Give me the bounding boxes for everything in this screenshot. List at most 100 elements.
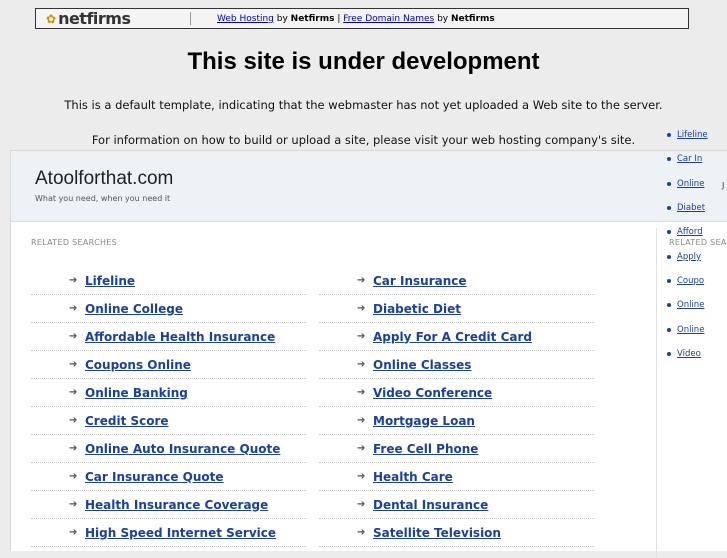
- arrow-right-icon: ➔: [357, 471, 366, 482]
- list-item: ➔ Satellite Television: [319, 519, 595, 547]
- topbar-brand: Netfirms: [450, 13, 495, 24]
- site-header: Atoolforthat.com What you need, when you…: [11, 151, 727, 222]
- topbar-brand: Netfirms: [290, 13, 335, 24]
- related-link[interactable]: Car Insurance: [373, 274, 467, 288]
- arrow-right-icon: ➔: [357, 387, 366, 398]
- column-divider: [656, 228, 657, 558]
- side-related-link[interactable]: Car In: [677, 154, 702, 164]
- side-list-item: Afford: [667, 220, 727, 244]
- list-item: ➔ Car Insurance: [319, 267, 595, 295]
- topbar-by-text: by: [434, 13, 451, 24]
- related-link[interactable]: Affordable Health Insurance: [85, 330, 275, 344]
- arrow-right-icon: ➔: [69, 499, 78, 510]
- arrow-right-icon: ➔: [69, 415, 78, 426]
- list-item: ➔ Online Banking: [31, 379, 307, 407]
- list-item: ➔ Mortgage Loan: [319, 407, 595, 435]
- related-link[interactable]: Free Cell Phone: [373, 442, 478, 456]
- netfirms-logo-text: netfirms: [58, 9, 131, 28]
- arrow-right-icon: ➔: [69, 359, 78, 370]
- netfirms-logo[interactable]: ✿ netfirms: [36, 9, 176, 28]
- list-item: ➔ Apply For A Credit Card: [319, 323, 595, 351]
- related-link[interactable]: Credit Score: [85, 414, 169, 428]
- related-link[interactable]: Diabetic Diet: [373, 302, 461, 316]
- side-list-item: Online: [667, 317, 727, 341]
- arrow-right-icon: ➔: [357, 275, 366, 286]
- bullet-icon: [667, 133, 671, 138]
- related-link[interactable]: Online Auto Insurance Quote: [85, 442, 280, 456]
- related-link[interactable]: Apply For A Credit Card: [373, 330, 532, 344]
- bullet-icon: [667, 303, 671, 308]
- list-item: ➔ Credit Score: [31, 407, 307, 435]
- web-hosting-link[interactable]: Web Hosting: [217, 14, 274, 24]
- list-item: ➔ High Speed Internet Service: [31, 519, 307, 547]
- side-list-item: Apply: [667, 244, 727, 268]
- related-link[interactable]: High Speed Internet Service: [85, 526, 276, 540]
- list-item: ➔ Affordable Health Insurance: [31, 323, 307, 351]
- related-link[interactable]: Video Conference: [373, 386, 492, 400]
- bullet-icon: [667, 181, 671, 186]
- topbar-pipe: |: [334, 13, 344, 24]
- related-link[interactable]: Coupons Online: [85, 358, 191, 372]
- bullet-icon: [667, 230, 671, 235]
- side-list-item: Video: [667, 342, 727, 366]
- bullet-icon: [667, 327, 671, 332]
- netfirms-bar: ✿ netfirms Web Hosting by Netfirms | Fre…: [35, 8, 689, 29]
- side-related-link[interactable]: Online: [677, 179, 704, 189]
- arrow-right-icon: ➔: [357, 499, 366, 510]
- side-related-link[interactable]: Lifeline: [677, 130, 708, 140]
- related-link[interactable]: Online College: [85, 302, 183, 316]
- related-link[interactable]: Satellite Television: [373, 526, 501, 540]
- side-related-link[interactable]: Afford: [677, 227, 703, 237]
- related-link[interactable]: Health Insurance Coverage: [85, 498, 268, 512]
- list-item: ➔ Online Classes: [319, 351, 595, 379]
- list-item: ➔ Dental Insurance: [319, 491, 595, 519]
- side-related-link[interactable]: Online: [677, 300, 704, 310]
- topbar-links: Web Hosting by Netfirms | Free Domain Na…: [217, 14, 495, 24]
- site-name[interactable]: Atoolforthat.com: [35, 168, 173, 190]
- list-item: ➔ Free Cell Phone: [319, 435, 595, 463]
- related-column-1: ➔ Lifeline ➔ Online College ➔ Affordable He…: [31, 267, 307, 547]
- side-list-item: Coupo: [667, 269, 727, 293]
- arrow-right-icon: ➔: [69, 387, 78, 398]
- arrow-right-icon: ➔: [357, 359, 366, 370]
- list-item: ➔ Online College: [31, 295, 307, 323]
- side-related-link[interactable]: Apply: [677, 252, 701, 262]
- list-item: ➔ Car Insurance Quote: [31, 463, 307, 491]
- side-related-link[interactable]: Online: [677, 325, 704, 335]
- list-item: ➔ Health Insurance Coverage: [31, 491, 307, 519]
- side-related-list: Lifeline Car In Online Diabet Afford App…: [667, 123, 727, 366]
- bullet-icon: [667, 278, 671, 283]
- notice-line-2: For information on how to build or uploa…: [91, 133, 636, 147]
- related-column-2: ➔ Car Insurance ➔ Diabetic Diet ➔ Apply For…: [319, 267, 595, 547]
- side-related-link[interactable]: Coupo: [677, 276, 704, 286]
- notice-line-1: This is a default template, indicating t…: [64, 98, 663, 112]
- arrow-right-icon: ➔: [357, 443, 366, 454]
- site-tagline: What you need, when you need it: [35, 194, 171, 203]
- parked-page-frame: Atoolforthat.com What you need, when you…: [10, 150, 727, 558]
- list-item: ➔ Online Auto Insurance Quote: [31, 435, 307, 463]
- side-list-item: Online: [667, 172, 727, 196]
- side-related-link[interactable]: Video: [677, 349, 701, 359]
- related-link[interactable]: Health Care: [373, 470, 453, 484]
- arrow-right-icon: ➔: [357, 415, 366, 426]
- related-searches-label: RELATED SEARCHES: [31, 238, 118, 247]
- netfirms-logo-icon: ✿: [46, 11, 57, 26]
- side-list-item: Car In: [667, 147, 727, 171]
- side-related-link[interactable]: Diabet: [677, 203, 705, 213]
- list-item: ➔ Video Conference: [319, 379, 595, 407]
- list-item: ➔ Diabetic Diet: [319, 295, 595, 323]
- list-item: ➔ Coupons Online: [31, 351, 307, 379]
- related-link[interactable]: Online Banking: [85, 386, 188, 400]
- related-link[interactable]: Online Classes: [373, 358, 471, 372]
- related-link[interactable]: Car Insurance Quote: [85, 470, 224, 484]
- related-link[interactable]: Lifeline: [85, 274, 135, 288]
- arrow-right-icon: ➔: [69, 527, 78, 538]
- arrow-right-icon: ➔: [69, 331, 78, 342]
- bullet-icon: [667, 206, 671, 211]
- free-domain-names-link[interactable]: Free Domain Names: [343, 14, 434, 24]
- arrow-right-icon: ➔: [357, 527, 366, 538]
- related-link[interactable]: Dental Insurance: [373, 498, 488, 512]
- related-link[interactable]: Mortgage Loan: [373, 414, 475, 428]
- bullet-icon: [667, 157, 671, 162]
- arrow-right-icon: ➔: [69, 443, 78, 454]
